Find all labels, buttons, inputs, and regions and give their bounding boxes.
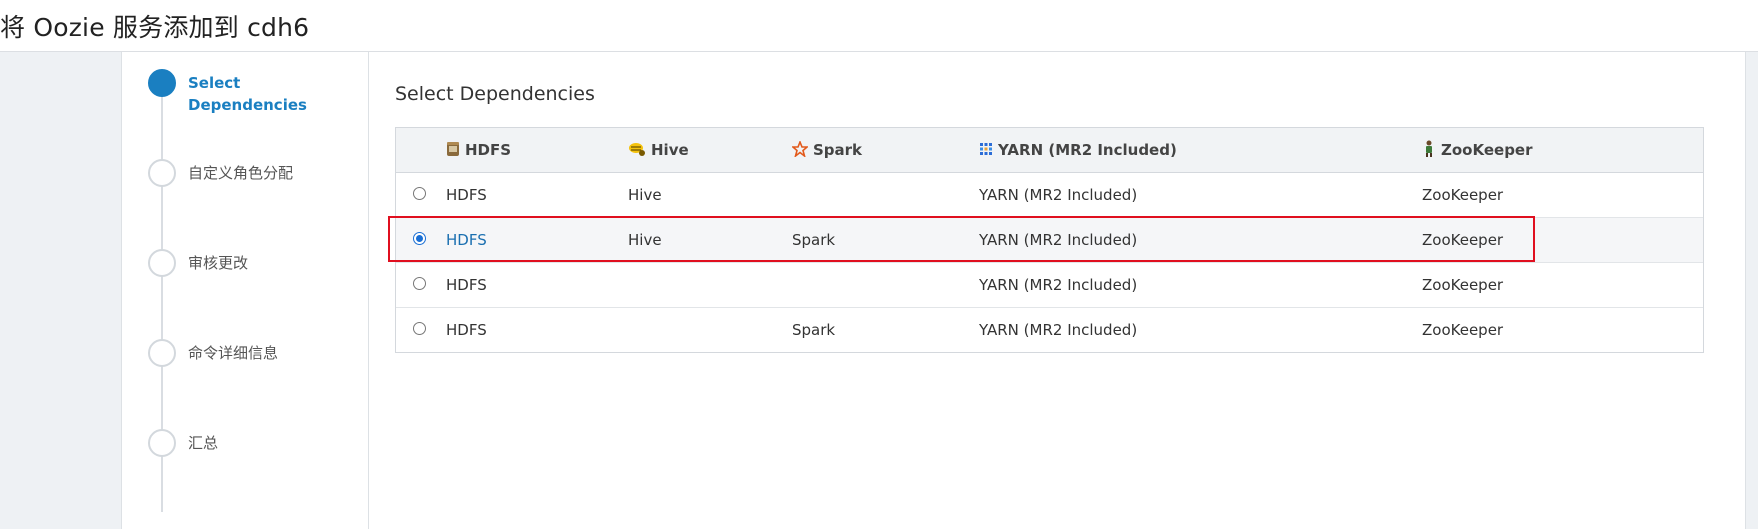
dependency-option-row[interactable]: HDFS YARN (MR2 Included) ZooKeeper <box>396 263 1703 308</box>
column-header-label: Hive <box>651 141 689 159</box>
step-label: Select Dependencies <box>188 74 307 114</box>
column-header-yarn: YARN (MR2 Included) <box>979 128 1177 172</box>
step-indicator <box>148 159 176 187</box>
hdfs-icon <box>447 142 459 156</box>
cell-hdfs: HDFS <box>446 186 487 204</box>
dependency-option-row[interactable]: HDFS Hive YARN (MR2 Included) ZooKeeper <box>396 173 1703 218</box>
yarn-icon <box>980 143 992 155</box>
column-header-zookeeper: ZooKeeper <box>1422 128 1533 172</box>
column-header-hive: Hive <box>628 128 689 172</box>
cell-hdfs: HDFS <box>446 231 487 249</box>
right-gutter <box>1745 52 1758 529</box>
hive-icon <box>629 143 645 156</box>
step-indicator <box>148 429 176 457</box>
cell-zookeeper: ZooKeeper <box>1422 321 1504 339</box>
section-title: Select Dependencies <box>395 83 595 105</box>
table-header-row: HDFS Hive Spark YARN (MR2 Included) ZooK… <box>396 128 1703 173</box>
column-header-label: YARN (MR2 Included) <box>998 141 1177 159</box>
dependency-radio-checked[interactable] <box>413 232 426 245</box>
step-label: 审核更改 <box>188 254 249 272</box>
cell-yarn: YARN (MR2 Included) <box>979 231 1138 249</box>
cell-zookeeper: ZooKeeper <box>1422 186 1504 204</box>
dependency-option-row[interactable]: HDFS Spark YARN (MR2 Included) ZooKeeper <box>396 308 1703 352</box>
cell-spark: Spark <box>792 321 836 339</box>
cell-yarn: YARN (MR2 Included) <box>979 186 1138 204</box>
step-label: 自定义角色分配 <box>188 164 294 182</box>
step-indicator <box>148 339 176 367</box>
cell-zookeeper: ZooKeeper <box>1422 231 1504 249</box>
cell-yarn: YARN (MR2 Included) <box>979 321 1138 339</box>
dependency-radio[interactable] <box>413 277 426 290</box>
step-label: 汇总 <box>188 434 219 452</box>
cell-hive: Hive <box>628 186 662 204</box>
column-header-hdfs: HDFS <box>446 128 511 172</box>
step-indicator-active <box>148 69 176 97</box>
step-indicator <box>148 249 176 277</box>
cell-zookeeper: ZooKeeper <box>1422 276 1504 294</box>
column-header-label: Spark <box>813 141 863 159</box>
page-title: 将 Oozie 服务添加到 cdh6 <box>0 13 310 42</box>
dependency-radio[interactable] <box>413 187 426 200</box>
column-header-label: ZooKeeper <box>1441 141 1533 159</box>
zookeeper-icon <box>1426 140 1432 157</box>
cell-hive: Hive <box>628 231 662 249</box>
cell-hdfs: HDFS <box>446 276 487 294</box>
wizard-steps: Select Dependencies 自定义角色分配 审核更改 命令详细信息 … <box>122 52 369 529</box>
page-header: 将 Oozie 服务添加到 cdh6 <box>0 0 1758 52</box>
column-header-spark: Spark <box>792 128 862 172</box>
dependencies-table: HDFS Hive Spark YARN (MR2 Included) ZooK… <box>395 127 1704 353</box>
spark-icon <box>792 141 808 157</box>
left-gutter <box>0 52 122 529</box>
step-label: 命令详细信息 <box>188 344 279 362</box>
cell-spark: Spark <box>792 231 836 249</box>
cell-hdfs: HDFS <box>446 321 487 339</box>
cell-yarn: YARN (MR2 Included) <box>979 276 1138 294</box>
column-header-label: HDFS <box>465 141 512 159</box>
dependency-option-row-selected[interactable]: HDFS Hive Spark YARN (MR2 Included) ZooK… <box>396 218 1703 263</box>
dependency-radio[interactable] <box>413 322 426 335</box>
